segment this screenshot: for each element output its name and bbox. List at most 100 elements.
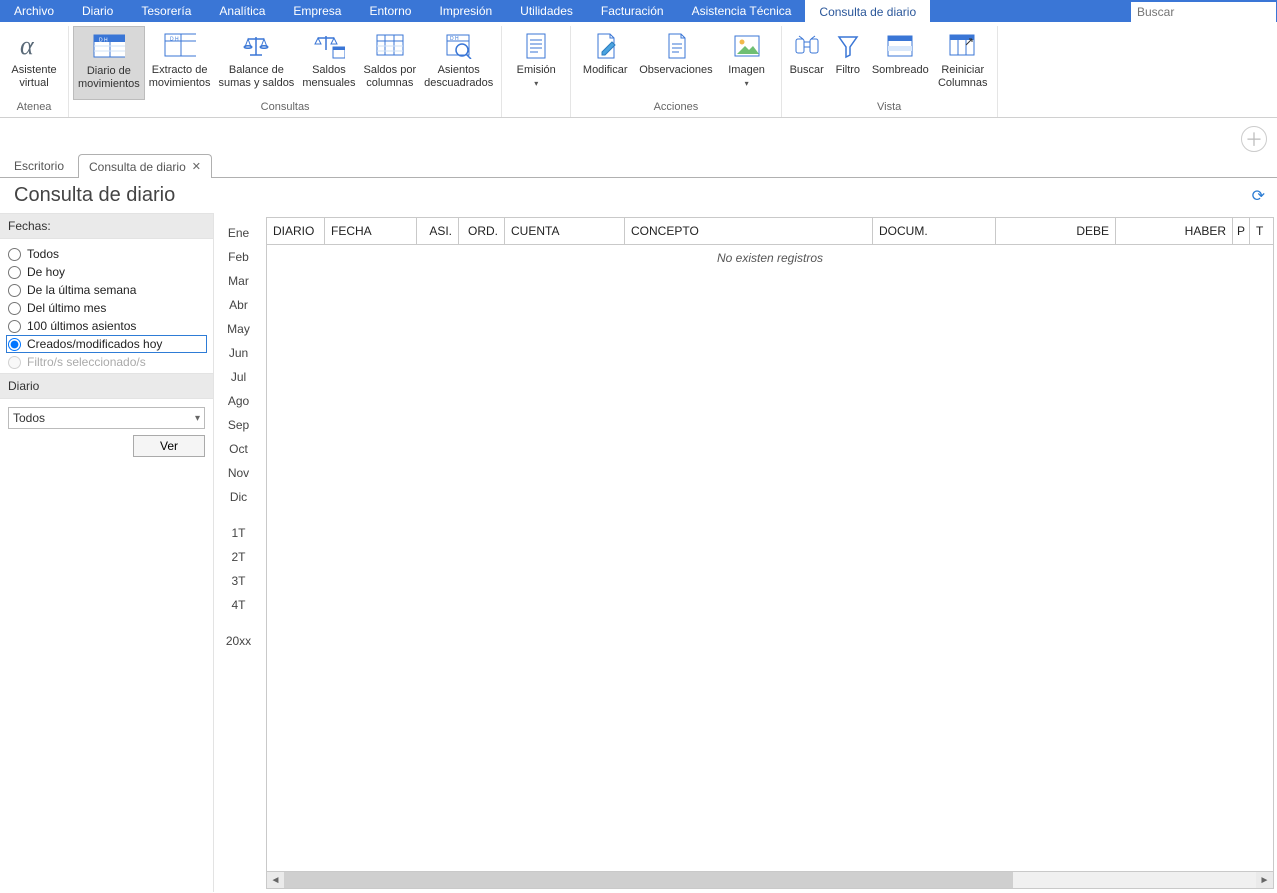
month-jun[interactable]: Jun (214, 341, 263, 365)
month-ene[interactable]: Ene (214, 221, 263, 245)
col-t[interactable]: T (1250, 218, 1273, 244)
tab-label: Escritorio (14, 159, 64, 173)
ribbon: α Asistente virtual Atenea D H Diario de… (0, 22, 1277, 118)
horizontal-scrollbar[interactable]: ◄ ► (266, 872, 1274, 889)
columns-icon (374, 30, 406, 62)
quarter-1t[interactable]: 1T (214, 521, 263, 545)
svg-text:D H: D H (170, 37, 179, 43)
tab-escritorio[interactable]: Escritorio (4, 154, 74, 178)
month-abr[interactable]: Abr (214, 293, 263, 317)
scroll-thumb[interactable] (284, 872, 1013, 888)
ribbon-group-label: Consultas (261, 101, 310, 115)
menu-impresion[interactable]: Impresión (425, 0, 506, 22)
month-jul[interactable]: Jul (214, 365, 263, 389)
diario-header: Diario (0, 373, 213, 399)
document-icon (520, 30, 552, 62)
tab-label: Consulta de diario (89, 160, 186, 174)
ribbon-group-label: Atenea (17, 101, 52, 115)
saldos-mensuales-button[interactable]: Saldos mensuales (298, 26, 359, 100)
menu-facturacion[interactable]: Facturación (587, 0, 678, 22)
search-box[interactable] (1131, 2, 1276, 22)
month-ago[interactable]: Ago (214, 389, 263, 413)
radio-de-hoy[interactable]: De hoy (6, 263, 207, 281)
scroll-left-arrow-icon[interactable]: ◄ (267, 872, 284, 888)
plus-icon: ＋ (1245, 126, 1263, 152)
quarter-2t[interactable]: 2T (214, 545, 263, 569)
chevron-down-icon: ▾ (534, 79, 538, 88)
tab-consulta-diario[interactable]: Consulta de diario ✕ (78, 154, 212, 178)
col-docum[interactable]: DOCUM. (873, 218, 996, 244)
emision-button[interactable]: Emisión▾ (506, 26, 566, 100)
menu-tesoreria[interactable]: Tesorería (127, 0, 205, 22)
imagen-button[interactable]: Imagen▾ (717, 26, 777, 100)
alpha-icon: α (18, 30, 50, 62)
menu-consulta-diario[interactable]: Consulta de diario (805, 0, 930, 22)
filter-sidebar: Fechas: Todos De hoy De la última semana… (0, 213, 214, 892)
main-content: Fechas: Todos De hoy De la última semana… (0, 213, 1277, 892)
radio-ultimo-mes[interactable]: Del último mes (6, 299, 207, 317)
asistente-virtual-button[interactable]: α Asistente virtual (4, 26, 64, 100)
col-haber[interactable]: HABER (1116, 218, 1233, 244)
ribbon-group-emision: Emisión▾ (502, 26, 571, 117)
grid-body: No existen registros (266, 245, 1274, 872)
asientos-descuadrados-button[interactable]: D H Asientos descuadrados (420, 26, 497, 100)
menu-entorno[interactable]: Entorno (355, 0, 425, 22)
filtro-button[interactable]: Filtro (828, 26, 868, 100)
scroll-right-arrow-icon[interactable]: ► (1256, 872, 1273, 888)
col-p[interactable]: P (1233, 218, 1250, 244)
scroll-track[interactable] (284, 872, 1256, 888)
radio-ultima-semana[interactable]: De la última semana (6, 281, 207, 299)
radio-todos[interactable]: Todos (6, 245, 207, 263)
col-cuenta[interactable]: CUENTA (505, 218, 625, 244)
search-input[interactable] (1131, 2, 1276, 22)
month-selector: Ene Feb Mar Abr May Jun Jul Ago Sep Oct … (214, 213, 263, 892)
reset-columns-icon (947, 30, 979, 62)
ver-button[interactable]: Ver (133, 435, 205, 457)
refresh-button[interactable]: ⟳ (1252, 186, 1265, 206)
empty-message: No existen registros (267, 245, 1273, 271)
col-concepto[interactable]: CONCEPTO (625, 218, 873, 244)
menu-diario[interactable]: Diario (68, 0, 127, 22)
quarter-3t[interactable]: 3T (214, 569, 263, 593)
sombreado-button[interactable]: Sombreado (868, 26, 933, 100)
menu-utilidades[interactable]: Utilidades (506, 0, 587, 22)
image-icon (731, 30, 763, 62)
menu-analitica[interactable]: Analítica (205, 0, 279, 22)
month-mar[interactable]: Mar (214, 269, 263, 293)
col-debe[interactable]: DEBE (996, 218, 1116, 244)
month-sep[interactable]: Sep (214, 413, 263, 437)
diario-select[interactable]: Todos ▾ (8, 407, 205, 429)
menu-asistencia[interactable]: Asistencia Técnica (678, 0, 806, 22)
col-fecha[interactable]: FECHA (325, 218, 417, 244)
radio-filtros-seleccionados: Filtro/s seleccionado/s (6, 353, 207, 371)
observaciones-button[interactable]: Observaciones (635, 26, 716, 100)
balance-sumas-saldos-button[interactable]: Balance de sumas y saldos (215, 26, 299, 100)
add-tab-button[interactable]: ＋ (1241, 126, 1267, 152)
document-tabs: Escritorio Consulta de diario ✕ ＋ (0, 118, 1277, 178)
col-asi[interactable]: ASI. (417, 218, 459, 244)
buscar-button[interactable]: Buscar (786, 26, 828, 100)
menu-archivo[interactable]: Archivo (0, 0, 68, 22)
radio-100-ultimos[interactable]: 100 últimos asientos (6, 317, 207, 335)
diario-movimientos-button[interactable]: D H Diario de movimientos (73, 26, 145, 100)
month-oct[interactable]: Oct (214, 437, 263, 461)
col-diario[interactable]: DIARIO (267, 218, 325, 244)
chevron-down-icon: ▾ (195, 413, 200, 424)
balance-calendar-icon (313, 30, 345, 62)
edit-page-icon (589, 30, 621, 62)
modificar-button[interactable]: Modificar (575, 26, 635, 100)
month-may[interactable]: May (214, 317, 263, 341)
saldos-columnas-button[interactable]: Saldos por columnas (360, 26, 421, 100)
month-feb[interactable]: Feb (214, 245, 263, 269)
month-nov[interactable]: Nov (214, 461, 263, 485)
extracto-movimientos-button[interactable]: D H Extracto de movimientos (145, 26, 215, 100)
reiniciar-columnas-button[interactable]: Reiniciar Columnas (933, 26, 993, 100)
balance-icon (240, 30, 272, 62)
col-ord[interactable]: ORD. (459, 218, 505, 244)
year-20xx[interactable]: 20xx (214, 629, 263, 653)
menu-empresa[interactable]: Empresa (279, 0, 355, 22)
quarter-4t[interactable]: 4T (214, 593, 263, 617)
month-dic[interactable]: Dic (214, 485, 263, 509)
radio-creados-modificados-hoy[interactable]: Creados/modificados hoy (6, 335, 207, 353)
close-icon[interactable]: ✕ (192, 160, 201, 173)
